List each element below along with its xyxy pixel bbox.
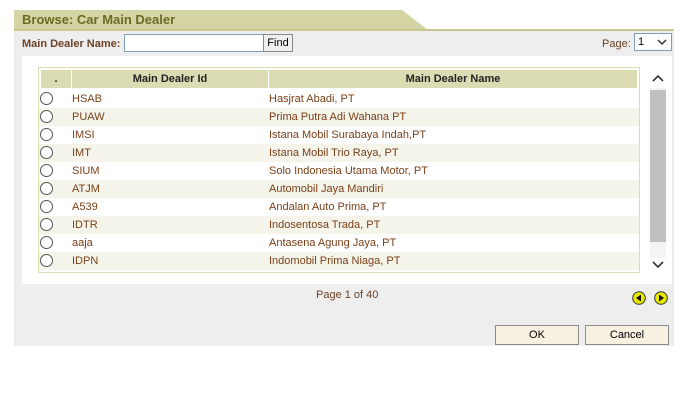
filter-label: Main Dealer Name: <box>22 38 121 50</box>
scrollbar-thumb[interactable] <box>650 90 666 242</box>
dealer-name-cell: Prima Putra Adi Wahana PT <box>269 111 407 123</box>
table-row[interactable]: A539 Andalan Auto Prima, PT <box>39 198 639 216</box>
grid-area: . Main Dealer Id Main Dealer Name HSAB H… <box>22 56 672 284</box>
ok-button[interactable]: OK <box>495 325 579 345</box>
prev-page-icon[interactable] <box>632 291 646 305</box>
page-select-value: 1 <box>638 36 645 48</box>
dealer-id-cell: IMT <box>72 147 91 159</box>
table-row[interactable]: IDPN Indomobil Prima Niaga, PT <box>39 252 639 270</box>
dealer-name-cell: Istana Mobil Trio Raya, PT <box>269 147 399 159</box>
table-row[interactable]: HSAB Hasjrat Abadi, PT <box>39 90 639 108</box>
dealer-name-cell: Istana Mobil Surabaya Indah,PT <box>269 129 427 141</box>
row-radio[interactable] <box>40 164 53 177</box>
dealer-id-cell: IMSI <box>72 129 95 141</box>
row-radio[interactable] <box>40 200 53 213</box>
row-radio[interactable] <box>40 146 53 159</box>
row-radio[interactable] <box>40 128 53 141</box>
dealer-name-cell: Automobil Jaya Mandiri <box>269 183 384 195</box>
chevron-up-icon[interactable] <box>650 70 666 86</box>
dialog-title-tab: Browse: Car Main Dealer <box>14 10 428 30</box>
table-row[interactable]: ATJM Automobil Jaya Mandiri <box>39 180 639 198</box>
table-row[interactable]: aaja Antasena Agung Jaya, PT <box>39 234 639 252</box>
dealer-name-input[interactable] <box>124 34 264 52</box>
chevron-down-icon <box>657 39 667 46</box>
dealer-table: . Main Dealer Id Main Dealer Name HSAB H… <box>38 67 640 273</box>
dealer-id-cell: A539 <box>72 201 98 213</box>
table-row[interactable]: IMT Istana Mobil Trio Raya, PT <box>39 144 639 162</box>
dealer-id-cell: IDPN <box>72 255 99 267</box>
dealer-id-cell: SIUM <box>72 165 100 177</box>
dealer-name-cell: Indomobil Prima Niaga, PT <box>269 255 401 267</box>
header-dealer-id[interactable]: Main Dealer Id <box>72 70 268 88</box>
table-row[interactable]: SIUM Solo Indonesia Utama Motor, PT <box>39 162 639 180</box>
row-radio[interactable] <box>40 254 53 267</box>
row-radio[interactable] <box>40 218 53 231</box>
dealer-id-cell: aaja <box>72 237 93 249</box>
chevron-down-icon[interactable] <box>650 257 666 273</box>
row-radio[interactable] <box>40 92 53 105</box>
dealer-id-cell: IDTR <box>72 219 98 231</box>
header-select: . <box>41 70 71 88</box>
find-button[interactable]: Find <box>263 34 293 52</box>
table-row[interactable]: PUAW Prima Putra Adi Wahana PT <box>39 108 639 126</box>
dealer-name-cell: Antasena Agung Jaya, PT <box>269 237 397 249</box>
pager-status: Page 1 of 40 <box>316 289 379 301</box>
cancel-button[interactable]: Cancel <box>585 325 669 345</box>
dealer-name-cell: Andalan Auto Prima, PT <box>269 201 387 213</box>
dealer-id-cell: PUAW <box>72 111 105 123</box>
dealer-id-cell: ATJM <box>72 183 100 195</box>
next-page-icon[interactable] <box>654 291 668 305</box>
page-select[interactable]: 1 <box>634 33 672 51</box>
row-radio[interactable] <box>40 110 53 123</box>
dealer-name-cell: Solo Indonesia Utama Motor, PT <box>269 165 428 177</box>
dealer-name-cell: Indosentosa Trada, PT <box>269 219 381 231</box>
table-row[interactable]: IMSI Istana Mobil Surabaya Indah,PT <box>39 126 639 144</box>
dealer-id-cell: HSAB <box>72 93 102 105</box>
header-dealer-name[interactable]: Main Dealer Name <box>269 70 637 88</box>
page-label: Page: <box>602 38 631 50</box>
table-body: HSAB Hasjrat Abadi, PT PUAW Prima Putra … <box>39 90 639 270</box>
dialog-title: Browse: Car Main Dealer <box>22 12 176 27</box>
row-radio[interactable] <box>40 236 53 249</box>
table-row[interactable]: IDTR Indosentosa Trada, PT <box>39 216 639 234</box>
row-radio[interactable] <box>40 182 53 195</box>
dealer-name-cell: Hasjrat Abadi, PT <box>269 93 355 105</box>
